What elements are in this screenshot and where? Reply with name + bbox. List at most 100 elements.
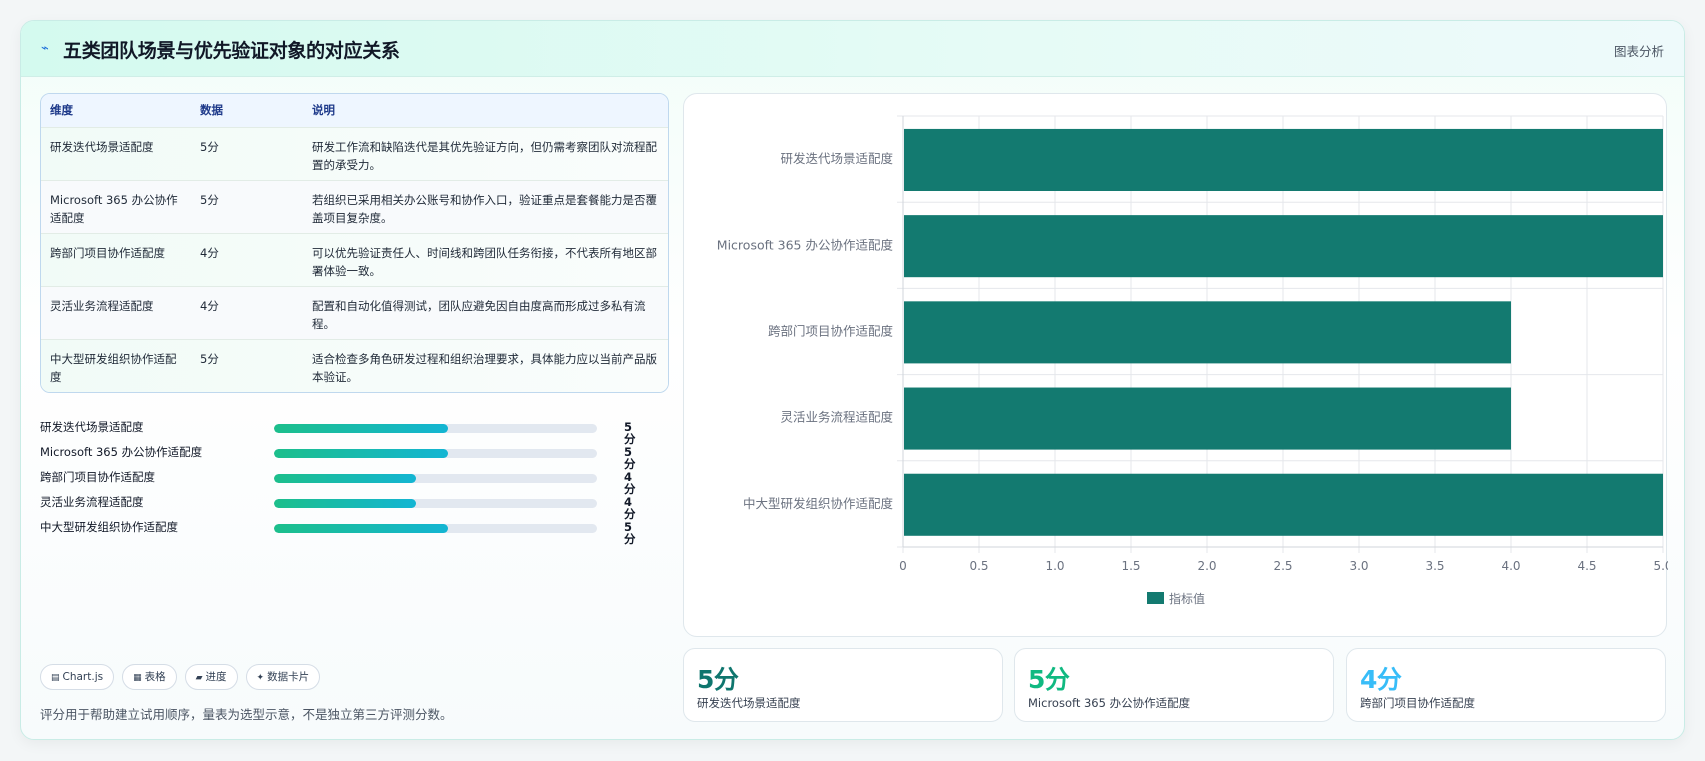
progress-value: 5分 [624,520,636,546]
note-cell: 若组织已采用相关办公账号和协作入口，验证重点是套餐能力是否覆盖项目复杂度。 [312,192,657,225]
category-label: 研发迭代场景适配度 [780,151,893,166]
chip-table[interactable]: ▦ 表格 [122,664,177,690]
progress-icon: ▰ [195,673,203,683]
note-cell: 配置和自动化值得测试，团队应避免因自由度高而形成过多私有流程。 [312,298,646,331]
progress-track [274,449,597,458]
bar [904,215,1663,278]
progress-label: Microsoft 365 办公协作适配度 [40,445,203,459]
x-tick-label: 1.5 [1121,559,1140,573]
column-header: 数据 [200,103,223,118]
progress-track [274,474,597,483]
trend-icon: ⌁ [41,41,49,56]
score-cell: 5分 [200,351,219,366]
progress-track [274,424,597,433]
progress-track [274,524,597,533]
category-label: 灵活业务流程适配度 [780,410,893,425]
bar [904,301,1511,364]
stat-value: 5分 [1028,665,1070,694]
stat-label: 跨部门项目协作适配度 [1360,696,1475,710]
table-row: 研发迭代场景适配度 5分 研发工作流和缺陷迭代是其优先验证方向，但仍需考察团队对… [41,127,668,180]
stat-value: 5分 [697,665,739,694]
chip-chartjs[interactable]: ▤ Chart.js [40,664,115,690]
column-header: 说明 [312,103,335,118]
progress-label: 灵活业务流程适配度 [40,495,144,509]
progress-value: 5分 [624,420,636,446]
bar-chart-svg: 研发迭代场景适配度 Microsoft 365 办公协作适配度跨部门项目协作适配度… [717,115,1668,606]
progress-fill [274,474,417,483]
progress-label: 跨部门项目协作适配度 [40,470,155,484]
progress-label: 研发迭代场景适配度 [40,420,144,434]
x-tick-label: 2.5 [1273,559,1292,573]
table-row: 中大型研发组织协作适配度 5分 适合检查多角色研发过程和组织治理要求，具体能力应… [41,339,668,392]
category-label: 中大型研发组织协作适配度 [743,496,894,511]
bar-chart: 研发迭代场景适配度 Microsoft 365 办公协作适配度跨部门项目协作适配度… [683,93,1668,637]
progress-label: 中大型研发组织协作适配度 [40,520,178,534]
stat-card: 5分 研发迭代场景适配度 [683,648,1003,722]
x-tick-label: 2.0 [1197,559,1216,573]
stat-label: 研发迭代场景适配度 [697,696,801,710]
table-header-row: 维度 数据 说明 [41,94,668,127]
chart-icon: ▤ [51,673,60,683]
progress-list: 研发迭代场景适配度 5分 Microsoft 365 办公协作适配度 5分 跨部… [40,421,640,546]
table-row: Microsoft 365 办公协作适配度 5分 若组织已采用相关办公账号和协作… [41,180,668,233]
stat-value: 4分 [1360,665,1402,694]
progress-fill [274,424,449,433]
dimension-cell: Microsoft 365 办公协作适配度 [50,192,178,225]
x-tick-label: 3.0 [1349,559,1368,573]
progress-fill [274,499,417,508]
dimension-cell: 灵活业务流程适配度 [50,298,154,313]
legend-label: 指标值 [1169,591,1205,606]
x-tick-label: 1.0 [1045,559,1064,573]
stat-card: 4分 跨部门项目协作适配度 [1346,648,1666,722]
x-tick-label: 0.5 [969,559,988,573]
note-cell: 适合检查多角色研发过程和组织治理要求，具体能力应以当前产品版本验证。 [312,351,657,384]
dimension-cell: 研发迭代场景适配度 [50,139,154,154]
score-cell: 4分 [200,245,219,260]
chip-label: Chart.js [62,671,104,683]
x-tick-label: 5.0 [1653,559,1668,573]
chip-label: 数据卡片 [267,671,310,683]
note-cell: 可以优先验证责任人、时间线和跨团队任务衔接，不代表所有地区部署体验一致。 [312,245,657,278]
score-cell: 4分 [200,298,219,313]
table-row: 灵活业务流程适配度 4分 配置和自动化值得测试，团队应避免因自由度高而形成过多私… [41,286,668,339]
progress-value: 4分 [624,470,636,496]
note-cell: 研发工作流和缺陷迭代是其优先验证方向，但仍需考察团队对流程配置的承受力。 [312,139,657,172]
card-header: ⌁ 五类团队场景与优先验证对象的对应关系 图表分析 [21,21,1684,77]
progress-row: Microsoft 365 办公协作适配度 5分 [40,446,640,471]
category-label: Microsoft 365 办公协作适配度 [717,237,894,252]
progress-value: 5分 [624,445,636,471]
score-cell: 5分 [200,192,219,207]
chart-card: ⌁ 五类团队场景与优先验证对象的对应关系 图表分析 维度 数据 说明 研发迭代场… [20,20,1685,740]
page-title: 五类团队场景与优先验证对象的对应关系 [63,40,400,62]
bar [904,387,1511,450]
progress-value: 4分 [624,495,636,521]
bar [904,128,1663,191]
chip-data-cards[interactable]: ✦ 数据卡片 [245,664,321,690]
footnote: 评分用于帮助建立试用顺序，量表为选型示意，不是独立第三方评测分数。 [40,707,453,722]
chip-label: 表格 [144,671,166,683]
x-tick-label: 4.5 [1577,559,1596,573]
progress-row: 跨部门项目协作适配度 4分 [40,471,640,496]
score-cell: 5分 [200,139,219,154]
chart-analysis-link[interactable]: 图表分析 [1614,41,1664,60]
progress-row: 中大型研发组织协作适配度 5分 [40,521,640,546]
chip-progress[interactable]: ▰ 进度 [184,664,238,690]
bar [904,473,1663,536]
legend-swatch [1147,592,1164,604]
x-tick-label: 3.5 [1425,559,1444,573]
progress-fill [274,524,449,533]
data-table: 维度 数据 说明 研发迭代场景适配度 5分 研发工作流和缺陷迭代是其优先验证方向… [40,93,669,393]
feature-chips: ▤ Chart.js ▦ 表格 ▰ 进度 ✦ 数据卡片 [40,664,321,692]
progress-track [274,499,597,508]
x-tick-label: 4.0 [1501,559,1520,573]
sparkle-icon: ✦ [256,673,265,683]
chip-label: 进度 [205,671,227,683]
stat-label: Microsoft 365 办公协作适配度 [1028,696,1191,710]
category-label: 跨部门项目协作适配度 [768,324,894,339]
progress-row: 研发迭代场景适配度 5分 [40,421,640,446]
table-icon: ▦ [133,673,142,683]
dimension-cell: 跨部门项目协作适配度 [50,245,165,260]
dimension-cell: 中大型研发组织协作适配度 [50,351,177,384]
stat-card: 5分 Microsoft 365 办公协作适配度 [1014,648,1334,722]
progress-row: 灵活业务流程适配度 4分 [40,496,640,521]
